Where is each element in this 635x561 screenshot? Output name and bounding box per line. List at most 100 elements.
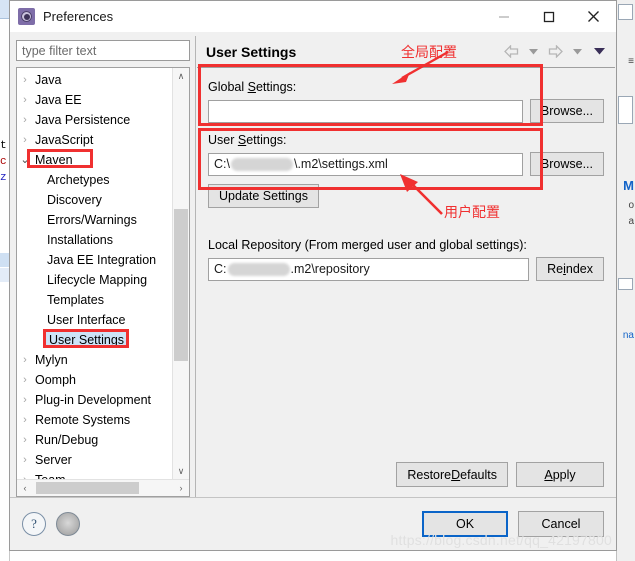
background-code-line: t: [0, 140, 7, 152]
background-panel-icon: [618, 278, 633, 290]
tree-list: › Java › Java EE › Java Persistence › JavaScrip…: [17, 68, 172, 479]
sidebar-item-label: Maven: [35, 153, 73, 168]
back-arrow-icon[interactable]: [502, 43, 520, 61]
sidebar-item-templates[interactable]: Templates: [17, 290, 172, 310]
sidebar-item-oomph[interactable]: › Oomph: [17, 370, 172, 390]
vertical-scroll-thumb[interactable]: [174, 209, 188, 361]
scroll-right-icon[interactable]: ›: [173, 483, 189, 493]
user-settings-label: User Settings:: [208, 133, 287, 147]
global-settings-browse-button[interactable]: Browse...: [529, 99, 604, 123]
more-chevron-down-filled-icon[interactable]: [590, 43, 608, 61]
sidebar-item-mylyn[interactable]: › Mylyn: [17, 350, 172, 370]
chevron-right-icon[interactable]: ›: [17, 414, 33, 426]
maximize-button[interactable]: [526, 1, 571, 32]
chevron-right-icon[interactable]: ›: [17, 114, 33, 126]
horizontal-scroll-track[interactable]: [33, 481, 173, 495]
chevron-right-icon[interactable]: ›: [17, 354, 33, 366]
chevron-right-icon[interactable]: ›: [17, 454, 33, 466]
sidebar-item-label: User Interface: [47, 313, 126, 328]
sidebar-item-lifecycle-mapping[interactable]: Lifecycle Mapping: [17, 270, 172, 290]
sidebar-item-label: Run/Debug: [35, 433, 99, 448]
local-repository-path-suffix: .m2\repository: [290, 262, 370, 276]
chevron-right-icon[interactable]: ›: [17, 94, 33, 106]
page-nav-icons: [502, 43, 608, 61]
sidebar-item-run-debug[interactable]: › Run/Debug: [17, 430, 172, 450]
sidebar-item-label: Lifecycle Mapping: [47, 273, 148, 288]
sidebar-item-team[interactable]: ›Team: [17, 470, 172, 479]
user-settings-input[interactable]: C:\ \.m2\settings.xml: [208, 152, 523, 176]
global-settings-row: Browse...: [208, 99, 604, 123]
watermark: https://blog.csdn.net/qq_42197800: [390, 532, 612, 548]
back-menu-chevron-down-icon[interactable]: [524, 43, 542, 61]
tree-horizontal-scrollbar[interactable]: ‹ ›: [17, 479, 189, 496]
reindex-button[interactable]: Re i ndex: [536, 257, 604, 281]
page-action-buttons: Restore Defaults Apply: [196, 462, 616, 497]
sidebar-item-installations[interactable]: Installations: [17, 230, 172, 250]
forward-arrow-icon[interactable]: [546, 43, 564, 61]
sidebar-item-label: Installations: [47, 233, 114, 248]
background-editor-tab: [0, 0, 9, 19]
local-repository-group: Local Repository (From merged user and g…: [208, 238, 604, 281]
scroll-up-icon[interactable]: ∧: [173, 68, 189, 84]
dialog-titlebar: Preferences: [10, 1, 616, 32]
user-settings-browse-button[interactable]: Browse...: [529, 152, 604, 176]
sidebar-item-label: Java EE: [35, 93, 82, 108]
filter-input[interactable]: type filter text: [16, 40, 190, 62]
tree-vertical-scrollbar[interactable]: ∧ ∨: [172, 68, 189, 479]
restore-circle-icon[interactable]: [56, 512, 80, 536]
sidebar-item-java-ee[interactable]: › Java EE: [17, 90, 172, 110]
sidebar-item-plug-in-development[interactable]: › Plug-in Development: [17, 390, 172, 410]
apply-button[interactable]: Apply: [516, 462, 604, 487]
sidebar-item-discovery[interactable]: Discovery: [17, 190, 172, 210]
sidebar-item-user-settings[interactable]: User Settings: [17, 330, 172, 350]
horizontal-scroll-thumb[interactable]: [35, 482, 140, 494]
dialog-body: type filter text › Java › Java EE › Java Pers…: [10, 32, 616, 497]
forward-menu-chevron-down-icon[interactable]: [568, 43, 586, 61]
sidebar-item-label: Plug-in Development: [35, 393, 152, 408]
user-settings-path-prefix: C:\: [214, 157, 230, 171]
sidebar-item-server[interactable]: › Server: [17, 450, 172, 470]
background-view-right-strip: ≡ M o a na: [616, 0, 635, 561]
sidebar-item-remote-systems[interactable]: › Remote Systems: [17, 410, 172, 430]
chevron-right-icon[interactable]: ›: [17, 394, 33, 406]
sidebar-item-user-interface[interactable]: User Interface: [17, 310, 172, 330]
sidebar-item-label: Java Persistence: [35, 113, 131, 128]
sidebar-item-label: Oomph: [35, 373, 76, 388]
background-panel-icon: [618, 96, 633, 124]
local-repository-input[interactable]: C: .m2\repository: [208, 257, 530, 281]
background-text: a: [628, 216, 634, 227]
global-config-annotation: 全局配置: [401, 45, 457, 61]
chevron-right-icon[interactable]: ›: [17, 134, 33, 146]
help-question-icon[interactable]: ?: [22, 512, 46, 536]
background-panel-icon: [618, 4, 633, 20]
chevron-right-icon[interactable]: ›: [17, 374, 33, 386]
scroll-down-icon[interactable]: ∨: [173, 463, 189, 479]
scroll-left-icon[interactable]: ‹: [17, 483, 33, 493]
vertical-scroll-track[interactable]: [173, 84, 189, 463]
global-settings-input[interactable]: [208, 99, 523, 123]
sidebar-item-label: Discovery: [47, 193, 102, 208]
update-settings-button[interactable]: Update Settings: [208, 184, 319, 208]
sidebar-item-label: Templates: [47, 293, 104, 308]
sidebar-item-maven[interactable]: ⌄ Maven: [17, 150, 172, 170]
chevron-down-icon[interactable]: ⌄: [17, 154, 33, 166]
chevron-right-icon[interactable]: ›: [17, 74, 33, 86]
sidebar-item-errors-warnings[interactable]: Errors/Warnings: [17, 210, 172, 230]
background-selection: [0, 268, 9, 282]
minimize-button[interactable]: [481, 1, 526, 32]
close-button[interactable]: [571, 1, 616, 32]
background-text: o: [628, 200, 634, 211]
chevron-right-icon[interactable]: ›: [17, 434, 33, 446]
redacted-username: [227, 262, 290, 276]
sidebar-item-java[interactable]: › Java: [17, 70, 172, 90]
chevron-right-icon[interactable]: ›: [17, 474, 33, 479]
global-settings-label: Global Settings:: [208, 80, 297, 94]
tree-inner: › Java › Java EE › Java Persistence › JavaScrip…: [17, 68, 189, 479]
user-settings-path-suffix: \.m2\settings.xml: [293, 157, 388, 171]
sidebar-item-java-ee-integration[interactable]: Java EE Integration: [17, 250, 172, 270]
sidebar-item-java-persistence[interactable]: › Java Persistence: [17, 110, 172, 130]
preferences-dialog: Preferences type filter text › Java › Java …: [9, 0, 617, 551]
sidebar-item-javascript[interactable]: › JavaScript: [17, 130, 172, 150]
restore-defaults-button[interactable]: Restore Defaults: [396, 462, 508, 487]
sidebar-item-archetypes[interactable]: Archetypes: [17, 170, 172, 190]
